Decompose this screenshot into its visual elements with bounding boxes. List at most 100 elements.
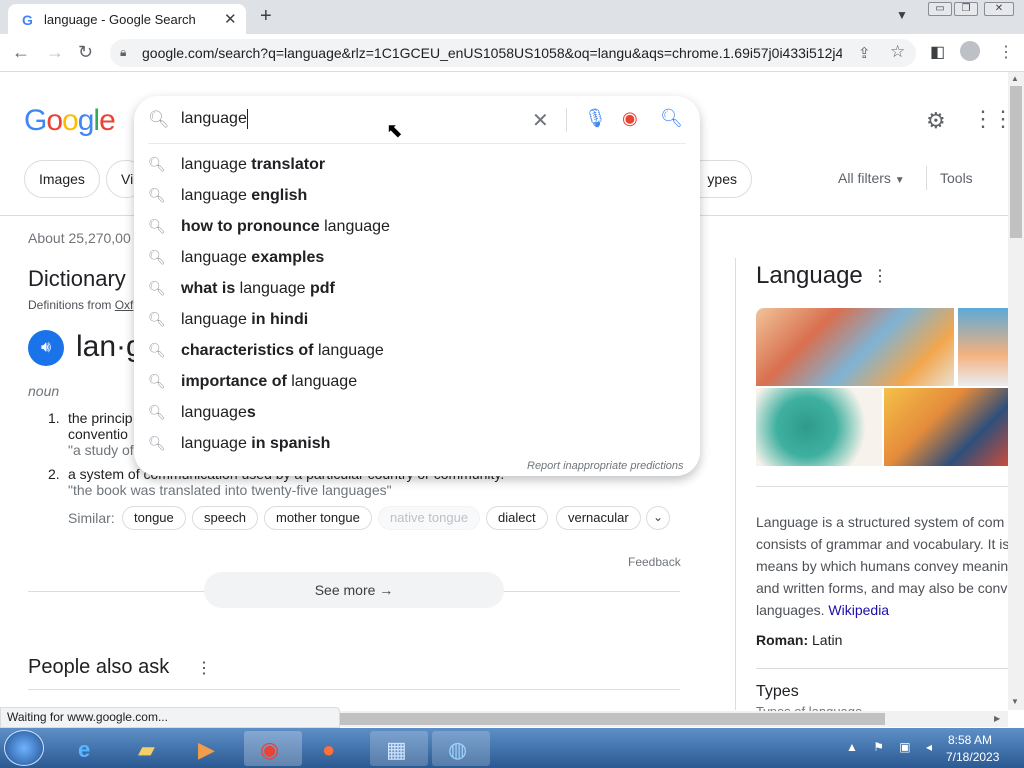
restore-button[interactable]: ❐	[954, 2, 978, 16]
suggestion-item[interactable]: 🔍︎ language translator	[134, 150, 700, 181]
similar-chip[interactable]: vernacular	[556, 506, 641, 530]
suggestion-item[interactable]: 🔍︎ importance of language	[134, 367, 700, 398]
text-cursor	[247, 109, 248, 129]
suggestion-item[interactable]: 🔍︎ language in spanish	[134, 429, 700, 460]
suggestion-item[interactable]: 🔍︎ what is language pdf	[134, 274, 700, 305]
similar-chip[interactable]: speech	[192, 506, 258, 530]
browser-tab[interactable]: G language - Google Search ✕	[8, 4, 246, 34]
language-image[interactable]	[756, 308, 954, 386]
suggestion-text: what is language pdf	[181, 280, 335, 297]
tools-button[interactable]: Tools	[940, 170, 973, 186]
clear-icon[interactable]: ✕	[532, 108, 549, 133]
bookmark-star-icon[interactable]: ☆	[890, 42, 905, 62]
result-stats: About 25,270,00	[28, 230, 131, 246]
similar-chip[interactable]: native tongue	[378, 506, 481, 530]
part-of-speech: noun	[28, 383, 60, 399]
search-icon: 🔍︎	[148, 280, 166, 296]
language-image[interactable]	[756, 388, 882, 466]
search-icon: 🔍︎	[148, 187, 166, 203]
google-logo[interactable]: Google	[24, 104, 116, 138]
suggestion-item[interactable]: 🔍︎ languages	[134, 398, 700, 429]
clock-time[interactable]: 8:58 AM	[948, 733, 992, 747]
more-options-icon[interactable]: ⋮	[872, 266, 888, 286]
firefox-taskbar-icon[interactable]: ●	[306, 731, 364, 766]
roman-row: Roman: Latin	[756, 632, 842, 648]
media-player-taskbar-icon[interactable]: ▶	[182, 731, 240, 766]
wikipedia-link[interactable]: Wikipedia	[828, 602, 889, 618]
suggestion-text: language in hindi	[181, 311, 309, 328]
network-taskbar-icon[interactable]: ◍	[432, 731, 490, 766]
suggestion-text: characteristics of language	[181, 342, 384, 359]
suggestion-text: language english	[181, 187, 308, 204]
feedback-link[interactable]: Feedback	[628, 555, 681, 569]
roman-value[interactable]: Latin	[812, 632, 842, 648]
report-predictions-link[interactable]: Report inappropriate predictions	[527, 460, 684, 472]
dictionary-title: Dictionary	[28, 266, 126, 291]
suggestion-item[interactable]: 🔍︎ language in hindi	[134, 305, 700, 336]
tab-close-icon[interactable]: ✕	[224, 10, 237, 28]
pronunciation-speaker-icon[interactable]: 🔊︎	[28, 330, 64, 366]
control-panel-taskbar-icon[interactable]: ▦	[370, 731, 428, 766]
side-panel-icon[interactable]: ◧	[930, 42, 945, 62]
similar-chip[interactable]: dialect	[486, 506, 548, 530]
see-more-button[interactable]: See more →	[204, 572, 504, 608]
search-icon: 🔍︎	[148, 373, 166, 389]
similar-chip[interactable]: tongue	[122, 506, 186, 530]
definitions-source-link[interactable]: Oxf	[115, 298, 134, 312]
browser-menu-icon[interactable]: ⋮	[998, 42, 1014, 62]
expand-similar-icon[interactable]: ⌄	[646, 506, 670, 530]
more-options-icon[interactable]: ⋮	[196, 658, 212, 678]
roman-label: Roman:	[756, 632, 809, 648]
clock-date[interactable]: 7/18/2023	[946, 750, 999, 764]
close-window-button[interactable]: ✕	[984, 2, 1014, 16]
suggestion-item[interactable]: 🔍︎ how to pronounce language	[134, 212, 700, 243]
tab-title: language - Google Search	[44, 12, 196, 27]
kp-description-line: consists of grammar and vocabulary. It i…	[756, 536, 1008, 552]
start-button[interactable]	[4, 730, 44, 766]
microphone-icon[interactable]: 🎙︎	[584, 108, 607, 129]
settings-gear-icon[interactable]: ⚙	[926, 108, 946, 134]
new-tab-icon[interactable]: +	[260, 5, 272, 28]
language-image[interactable]	[884, 388, 1008, 466]
reload-icon[interactable]: ↻	[78, 42, 93, 63]
horizontal-scroll-thumb[interactable]	[340, 713, 885, 725]
definition-example: "the book was translated into twenty-fiv…	[68, 482, 392, 498]
minimize-button[interactable]: ▭	[928, 2, 952, 16]
see-more-label: See more	[314, 582, 376, 598]
all-filters-button[interactable]: All filters ▼	[838, 170, 905, 186]
suggestion-item[interactable]: 🔍︎ characteristics of language	[134, 336, 700, 367]
url-text[interactable]: google.com/search?q=language&rlz=1C1GCEU…	[142, 45, 842, 61]
kp-description-text: languages.	[756, 602, 825, 618]
lock-icon[interactable]: 🔒︎	[120, 45, 126, 60]
back-icon[interactable]: ←	[12, 42, 30, 63]
explorer-taskbar-icon[interactable]: ▰	[122, 731, 180, 766]
kp-description-line: and written forms, and may also be conv	[756, 580, 1008, 596]
suggestion-item[interactable]: 🔍︎ language examples	[134, 243, 700, 274]
tab-search-icon[interactable]: ▼	[896, 8, 908, 22]
divider	[148, 143, 686, 144]
kp-description-line: languages. Wikipedia	[756, 602, 1008, 618]
scroll-right-icon[interactable]: ▶	[994, 714, 1000, 723]
profile-icon[interactable]	[960, 41, 980, 61]
search-input[interactable]: language	[181, 110, 247, 128]
search-icon: 🔍︎	[148, 311, 166, 327]
google-lens-icon[interactable]: ◉	[622, 108, 638, 129]
search-icon: 🔍︎	[148, 110, 170, 129]
definition-text-cont: conventio	[68, 426, 128, 442]
similar-chip[interactable]: mother tongue	[264, 506, 372, 530]
scroll-up-icon[interactable]: ▲	[1011, 74, 1019, 83]
filter-images[interactable]: Images	[24, 160, 100, 198]
kp-description-line: means by which humans convey meanin	[756, 558, 1008, 574]
address-bar[interactable]: 🔒︎ google.com/search?q=language&rlz=1C1G…	[110, 39, 916, 67]
vertical-scroll-thumb[interactable]	[1010, 86, 1022, 238]
ie-taskbar-icon[interactable]: e	[62, 731, 120, 766]
share-icon[interactable]: ⇪	[858, 44, 871, 62]
chrome-taskbar-icon[interactable]: ◉	[244, 731, 302, 766]
divider	[756, 668, 1008, 669]
scroll-down-icon[interactable]: ▼	[1011, 697, 1019, 706]
search-submit-icon[interactable]: 🔍︎	[660, 108, 683, 129]
suggestion-item[interactable]: 🔍︎ language english	[134, 181, 700, 212]
system-tray-icons[interactable]: ▲ ⚑ ▣ ◂	[846, 740, 938, 754]
forward-icon[interactable]: →	[46, 42, 64, 63]
language-image[interactable]	[958, 308, 1008, 386]
